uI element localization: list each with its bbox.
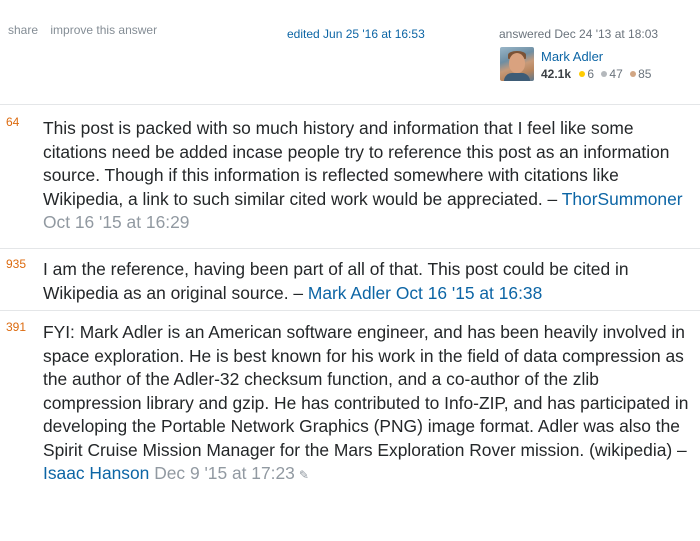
bronze-badge-count: 85 <box>638 67 652 81</box>
share-link[interactable]: share <box>8 23 38 37</box>
comment-body: FYI: Mark Adler is an American software … <box>43 321 695 488</box>
user-name-link[interactable]: Mark Adler <box>541 49 603 64</box>
bronze-badge-icon <box>630 71 637 78</box>
comment: 64 This post is packed with so much hist… <box>0 104 700 248</box>
pencil-icon[interactable]: ✎ <box>299 468 309 482</box>
comment-user-link[interactable]: Mark Adler <box>308 283 391 303</box>
answered-timestamp: answered Dec 24 '13 at 18:03 <box>499 27 659 41</box>
reputation-score: 42.1k <box>541 67 572 81</box>
comment-user-link[interactable]: Isaac Hanson <box>43 463 149 483</box>
comment-date-link[interactable]: Oct 16 '15 at 16:29 <box>43 212 189 232</box>
edited-timestamp-link[interactable]: edited Jun 25 '16 at 16:53 <box>287 27 425 41</box>
comment-user-link[interactable]: ThorSummoner <box>562 189 683 209</box>
comment-body: I am the reference, having been part of … <box>43 258 695 305</box>
comment: 391 FYI: Mark Adler is an American softw… <box>0 310 700 541</box>
user-reputation: 42.1k 6 47 85 <box>541 67 654 81</box>
post-menu: share improve this answer <box>8 23 166 37</box>
comment-body: This post is packed with so much history… <box>43 117 695 235</box>
comment-date-link[interactable]: Oct 16 '15 at 16:38 <box>396 283 542 303</box>
comment-score: 391 <box>6 320 27 334</box>
gold-badge-count: 6 <box>587 67 595 81</box>
improve-answer-link[interactable]: improve this answer <box>50 23 157 37</box>
comment-text: FYI: Mark Adler is an American software … <box>43 322 689 460</box>
gold-badge-icon <box>579 71 586 78</box>
comment-score: 935 <box>6 257 27 271</box>
silver-badge-icon <box>601 71 608 78</box>
avatar[interactable] <box>500 47 534 81</box>
comment: 935 I am the reference, having been part… <box>0 248 700 310</box>
comment-score: 64 <box>6 115 20 129</box>
silver-badge-count: 47 <box>609 67 623 81</box>
comment-date-link[interactable]: Dec 9 '15 at 17:23 <box>154 463 295 483</box>
